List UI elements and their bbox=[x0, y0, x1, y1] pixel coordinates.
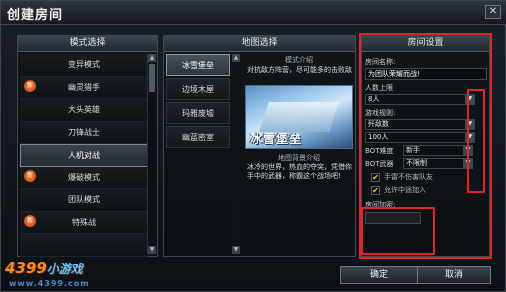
mode-label: 人机对战 bbox=[68, 151, 100, 160]
mode-label: 变异模式 bbox=[68, 60, 100, 69]
window-title: 创建房间 bbox=[7, 8, 64, 23]
bot-difficulty-label: BOT难度 bbox=[365, 146, 394, 155]
mode-panel-header: 模式选择 bbox=[18, 36, 157, 52]
max-players-select[interactable]: 8人 ▼ bbox=[365, 94, 475, 105]
mode-intro-text: 对抗敌方阵营，尽可能多的击败敌 bbox=[247, 66, 352, 74]
brand-number: 4399 bbox=[5, 259, 47, 277]
checkbox-checked-icon[interactable]: ✔ bbox=[371, 172, 380, 182]
password-label: 房间加密: bbox=[365, 201, 396, 209]
fortress-graphic bbox=[259, 102, 339, 132]
map-panel-header: 地图选择 bbox=[164, 36, 355, 52]
dropdown-icon[interactable]: ▼ bbox=[465, 132, 475, 143]
new-badge-icon: 新 bbox=[24, 169, 36, 182]
grenade-option[interactable]: ✔ 手雷不伤害队友 bbox=[365, 172, 487, 182]
brand-sub: 小游戏 bbox=[46, 262, 83, 276]
dropdown-icon[interactable]: ▼ bbox=[463, 145, 473, 156]
game-rule-value: 歼敌数 bbox=[368, 120, 389, 128]
mode-item[interactable]: 新 幽灵猎手 bbox=[20, 76, 148, 99]
bot-weapon-select[interactable]: 不限制 ▼ bbox=[403, 158, 473, 169]
new-badge-icon: 新 bbox=[24, 79, 36, 92]
bot-difficulty-select[interactable]: 新手 ▼ bbox=[403, 145, 473, 156]
bot-weapon-value: 不限制 bbox=[406, 159, 427, 167]
map-info: 模式介绍 对抗敌方阵营，尽可能多的击败敌 冰雪堡垒 地图背景介绍 冰冷的世界，热… bbox=[243, 54, 355, 256]
dropdown-icon[interactable]: ▼ bbox=[463, 158, 473, 169]
close-button[interactable]: ✕ bbox=[485, 5, 501, 19]
password-input[interactable] bbox=[365, 212, 421, 224]
dropdown-icon[interactable]: ▼ bbox=[465, 119, 475, 130]
max-players-value: 8人 bbox=[368, 95, 380, 103]
mode-list: 变异模式 新 幽灵猎手 大头英雄 刀锋战士 人机对战 新 爆破模式 团队模式 新… bbox=[20, 54, 148, 257]
room-name-label: 房间名称: bbox=[365, 58, 396, 66]
game-rule-label: 游戏规则: bbox=[365, 109, 396, 117]
scroll-up-icon[interactable]: ▲ bbox=[148, 54, 156, 62]
mode-label: 爆破模式 bbox=[68, 172, 100, 182]
new-badge-icon: 新 bbox=[24, 214, 36, 227]
cancel-button[interactable]: 取消 bbox=[417, 266, 491, 284]
create-room-window: 创建房间 ✕ 模式选择 变异模式 新 幽灵猎手 大头英雄 刀锋战士 人机对战 新 bbox=[0, 0, 506, 292]
mode-label: 大头英雄 bbox=[68, 105, 100, 114]
mode-selection-panel: 模式选择 变异模式 新 幽灵猎手 大头英雄 刀锋战士 人机对战 新 爆破模式 团… bbox=[17, 35, 158, 257]
kill-count-value: 100人 bbox=[368, 133, 389, 141]
map-background-label: 地图背景介绍 bbox=[278, 154, 320, 162]
mode-item[interactable]: 大头英雄 bbox=[20, 99, 148, 122]
map-item[interactable]: 幽蓝密室 bbox=[166, 126, 230, 148]
mode-item[interactable]: 刀锋战士 bbox=[20, 121, 148, 144]
map-scrollbar[interactable]: ▲ ▼ bbox=[232, 54, 240, 254]
mode-label: 特殊战 bbox=[72, 217, 96, 227]
map-selection-panel: 地图选择 冰雪堡垒 边境木屋 玛雅废墟 幽蓝密室 ▲ ▼ 模式介绍 对抗敌方阵营… bbox=[163, 35, 356, 257]
mode-label: 幽灵猎手 bbox=[68, 82, 100, 92]
map-preview-image: 冰雪堡垒 bbox=[245, 85, 353, 149]
map-background-text: 冰冷的世界，热血的夺突，凭借你手中的武器，称霸这个战场吧! bbox=[247, 163, 352, 180]
scroll-thumb[interactable] bbox=[149, 64, 155, 92]
mode-label: 刀锋战士 bbox=[68, 127, 100, 137]
mode-item[interactable]: 团队模式 bbox=[20, 189, 148, 212]
bot-weapon-row: BOT武器 不限制 ▼ bbox=[365, 158, 487, 169]
room-name-input[interactable]: 为团队荣耀而战! bbox=[365, 68, 487, 80]
scroll-down-icon[interactable]: ▼ bbox=[232, 246, 240, 254]
mode-scrollbar[interactable]: ▲ ▼ bbox=[147, 54, 156, 254]
scroll-down-icon[interactable]: ▼ bbox=[148, 246, 156, 254]
map-item[interactable]: 边境木屋 bbox=[166, 78, 230, 100]
room-panel-header: 房间设置 bbox=[362, 36, 489, 52]
room-settings-panel: 房间设置 房间名称: 为团队荣耀而战! 人数上限 8人 ▼ 游戏规则: 歼敌数 … bbox=[361, 35, 490, 257]
checkbox-checked-icon[interactable]: ✔ bbox=[371, 185, 380, 195]
scroll-up-icon[interactable]: ▲ bbox=[232, 54, 240, 62]
bot-weapon-label: BOT武器 bbox=[365, 159, 394, 168]
bot-difficulty-value: 新手 bbox=[406, 146, 420, 154]
mode-item[interactable]: 新 特殊战 bbox=[20, 211, 148, 234]
join-midgame-option[interactable]: ✔ 允许中途加入 bbox=[365, 185, 487, 195]
map-list: 冰雪堡垒 边境木屋 玛雅废墟 幽蓝密室 bbox=[166, 54, 230, 150]
mode-label: 团队模式 bbox=[68, 195, 100, 204]
dropdown-icon[interactable]: ▼ bbox=[465, 94, 475, 105]
bot-difficulty-row: BOT难度 新手 ▼ bbox=[365, 145, 487, 156]
room-settings-body: 房间名称: 为团队荣耀而战! 人数上限 8人 ▼ 游戏规则: 歼敌数 ▼ 100… bbox=[365, 54, 487, 224]
mode-item[interactable]: 变异模式 bbox=[20, 54, 148, 77]
mode-item[interactable]: 新 爆破模式 bbox=[20, 166, 148, 189]
map-logo: 冰雪堡垒 bbox=[250, 132, 303, 146]
brand-logo: 4399小游戏 bbox=[5, 259, 83, 277]
max-players-label: 人数上限 bbox=[365, 84, 393, 92]
brand-watermark: 4399小游戏 www.4399.com bbox=[5, 259, 125, 291]
mode-item-selected[interactable]: 人机对战 bbox=[20, 144, 148, 167]
brand-url: www.4399.com bbox=[9, 279, 90, 288]
grenade-option-label: 手雷不伤害队友 bbox=[384, 173, 433, 181]
title-bar: 创建房间 ✕ bbox=[1, 1, 506, 25]
join-midgame-label: 允许中途加入 bbox=[384, 186, 426, 194]
confirm-button[interactable]: 确定 bbox=[340, 266, 418, 284]
kill-count-select[interactable]: 100人 ▼ bbox=[365, 132, 475, 143]
mode-item[interactable] bbox=[20, 234, 148, 257]
game-rule-select[interactable]: 歼敌数 ▼ bbox=[365, 119, 475, 130]
map-item-selected[interactable]: 冰雪堡垒 bbox=[166, 54, 230, 76]
mode-intro-label: 模式介绍 bbox=[285, 56, 313, 64]
map-item[interactable]: 玛雅废墟 bbox=[166, 102, 230, 124]
